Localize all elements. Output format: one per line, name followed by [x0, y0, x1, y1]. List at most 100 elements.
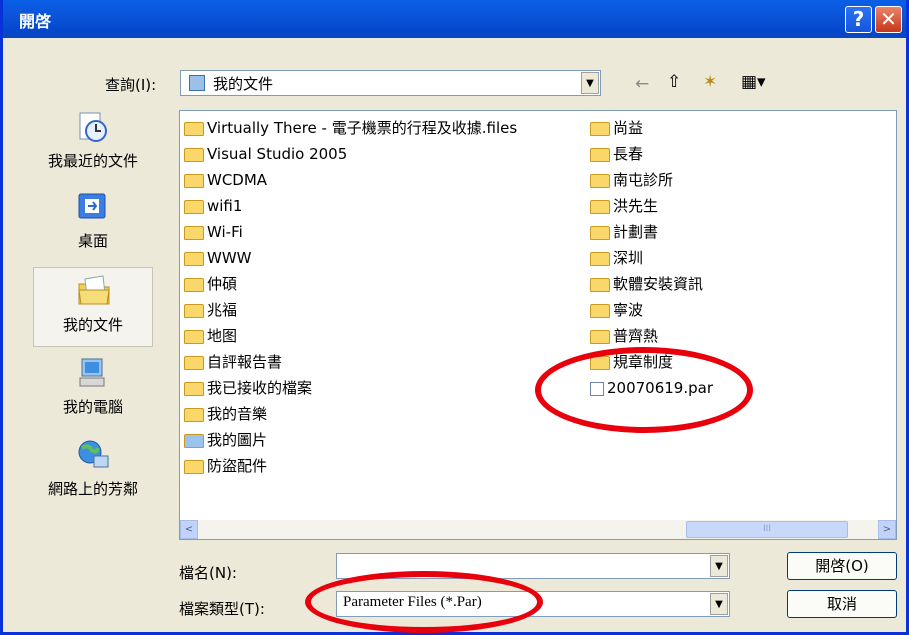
scroll-left-button[interactable]: < — [180, 520, 198, 539]
place-recent[interactable]: 我最近的文件 — [33, 104, 153, 184]
pictures-folder-icon — [184, 433, 204, 448]
folder-icon — [590, 199, 610, 214]
dialog-title: 開啓 — [19, 12, 52, 31]
place-network[interactable]: 網路上的芳鄰 — [33, 432, 153, 512]
folder-item[interactable]: 防盜配件 — [184, 455, 267, 477]
new-folder-icon[interactable]: ✶ — [703, 72, 717, 92]
folder-item[interactable]: 兆福 — [184, 299, 237, 321]
place-label: 我的文件 — [62, 316, 123, 334]
folder-icon — [184, 199, 204, 214]
folder-name: Virtually There - 電子機票的行程及收據.files — [207, 119, 518, 137]
folder-item[interactable]: 計劃書 — [590, 221, 658, 243]
folder-icon — [184, 147, 204, 162]
file-list[interactable]: Virtually There - 電子機票的行程及收據.files Visua… — [179, 110, 897, 540]
filetype-label: 檔案類型(T): — [179, 600, 265, 618]
folder-icon — [590, 225, 610, 240]
my-computer-icon — [79, 358, 105, 387]
folder-name: Wi-Fi — [207, 223, 243, 241]
open-file-dialog: 開啓 ? ✕ 查詢(I): 我的文件 ▼ ← ⇧ ✶ ▦▾ 我最近的文件 桌面 — [0, 0, 909, 635]
folder-item[interactable]: 軟體安裝資訊 — [590, 273, 703, 295]
folder-name: WCDMA — [207, 171, 268, 189]
folder-item[interactable]: WCDMA — [184, 169, 267, 191]
chevron-down-icon[interactable]: ▼ — [581, 72, 599, 94]
folder-item[interactable]: WWW — [184, 247, 252, 269]
folder-icon — [184, 251, 204, 266]
folder-name: 防盜配件 — [207, 457, 268, 475]
place-label: 桌面 — [77, 232, 108, 250]
folder-name: 兆福 — [207, 301, 238, 319]
scroll-right-button[interactable]: > — [878, 520, 896, 539]
folder-icon — [590, 173, 610, 188]
folder-item[interactable]: 普齊熱 — [590, 325, 658, 347]
folder-icon — [590, 251, 610, 266]
folder-item[interactable]: wifi1 — [184, 195, 242, 217]
folder-name: Visual Studio 2005 — [207, 145, 348, 163]
folder-icon — [184, 459, 204, 474]
open-button[interactable]: 開啓(O) — [787, 552, 897, 580]
places-bar: 我最近的文件 桌面 我的文件 我的電腦 網路上的芳鄰 — [33, 102, 153, 540]
folder-item[interactable]: 地图 — [184, 325, 237, 347]
folder-name: 我的圖片 — [207, 431, 268, 449]
recent-documents-icon — [79, 112, 107, 142]
folder-icon — [184, 121, 204, 136]
folder-item[interactable]: Virtually There - 電子機票的行程及收據.files — [184, 117, 517, 139]
annotation-circle — [305, 571, 543, 633]
folder-item[interactable]: 尚益 — [590, 117, 643, 139]
folder-name: WWW — [207, 249, 252, 267]
close-button[interactable]: ✕ — [875, 6, 902, 33]
folder-item[interactable]: 我的圖片 — [184, 429, 267, 451]
folder-name: 地图 — [207, 327, 238, 345]
folder-icon — [590, 303, 610, 318]
folder-name: 我已接收的檔案 — [207, 379, 313, 397]
folder-name: 計劃書 — [613, 223, 659, 241]
folder-icon — [184, 277, 204, 292]
folder-name: 深圳 — [613, 249, 644, 267]
folder-item[interactable]: 南屯診所 — [590, 169, 673, 191]
folder-item[interactable]: 我已接收的檔案 — [184, 377, 312, 399]
folder-name: 自評報告書 — [207, 353, 283, 371]
lookin-label: 查詢(I): — [105, 76, 157, 94]
folder-name: 仲碩 — [207, 275, 238, 293]
folder-item[interactable]: 長春 — [590, 143, 643, 165]
folder-item[interactable]: 洪先生 — [590, 195, 658, 217]
help-button[interactable]: ? — [845, 6, 872, 33]
folder-name: wifi1 — [207, 197, 243, 215]
annotation-circle — [535, 347, 753, 433]
folder-name: 南屯診所 — [613, 171, 674, 189]
folder-icon — [590, 277, 610, 292]
cancel-button[interactable]: 取消 — [787, 590, 897, 618]
folder-item[interactable]: 自評報告書 — [184, 351, 282, 373]
folder-name: 尚益 — [613, 119, 644, 137]
folder-icon — [184, 303, 204, 318]
folder-icon — [590, 121, 610, 136]
place-label: 網路上的芳鄰 — [47, 480, 138, 498]
folder-item[interactable]: 寧波 — [590, 299, 643, 321]
folder-icon — [184, 329, 204, 344]
place-my-computer[interactable]: 我的電腦 — [33, 350, 153, 430]
folder-item[interactable]: 深圳 — [590, 247, 643, 269]
folder-item[interactable]: 仲碩 — [184, 273, 237, 295]
folder-item[interactable]: Wi-Fi — [184, 221, 243, 243]
scroll-thumb[interactable]: III — [686, 521, 848, 538]
title-bar[interactable]: 開啓 ? ✕ — [3, 0, 906, 38]
my-documents-icon — [78, 275, 110, 305]
place-label: 我最近的文件 — [47, 152, 138, 170]
place-label: 我的電腦 — [62, 398, 123, 416]
place-desktop[interactable]: 桌面 — [33, 184, 153, 264]
back-icon[interactable]: ← — [635, 74, 649, 94]
desktop-icon — [78, 193, 106, 219]
folder-icon — [590, 147, 610, 162]
views-menu-icon[interactable]: ▦▾ — [741, 72, 766, 92]
folder-name: 長春 — [613, 145, 644, 163]
folder-icon — [184, 381, 204, 396]
horizontal-scrollbar[interactable]: < III > — [180, 520, 896, 539]
folder-name: 洪先生 — [613, 197, 659, 215]
chevron-down-icon[interactable]: ▼ — [710, 555, 728, 577]
chevron-down-icon[interactable]: ▼ — [710, 593, 728, 615]
folder-item[interactable]: 我的音樂 — [184, 403, 267, 425]
folder-item[interactable]: Visual Studio 2005 — [184, 143, 347, 165]
folder-name: 普齊熱 — [613, 327, 659, 345]
lookin-dropdown[interactable]: 我的文件 ▼ — [180, 70, 601, 96]
up-folder-icon[interactable]: ⇧ — [667, 72, 681, 92]
place-my-documents[interactable]: 我的文件 — [33, 267, 153, 347]
